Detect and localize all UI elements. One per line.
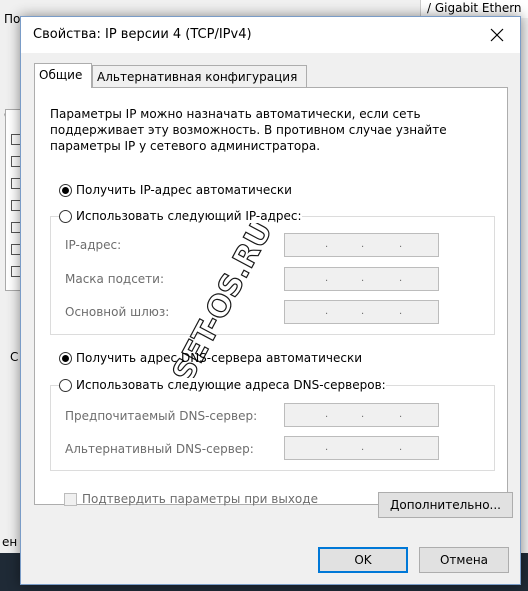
default-gateway-label: Основной шлюз: [65,305,170,319]
ip-address-label: IP-адрес: [65,238,122,252]
preferred-dns-field[interactable]: ... [284,403,439,427]
subnet-mask-field[interactable]: ... [284,267,439,291]
radio-unchecked-icon [59,209,72,223]
subnet-mask-label: Маска подсети: [65,272,165,286]
radio-unchecked-icon [59,378,72,392]
dns-manual-radio[interactable]: Использовать следующие адреса DNS-сервер… [59,378,386,392]
advanced-button-label: Дополнительно... [390,498,501,512]
alternate-dns-field[interactable]: ... [284,436,439,460]
validate-settings-checkbox[interactable]: Подтвердить параметры при выходе [64,492,318,506]
dns-manual-label: Использовать следующие адреса DNS-сервер… [76,378,386,392]
cancel-button[interactable]: Отмена [419,547,509,573]
ipv4-properties-dialog: Свойства: IP версии 4 (TCP/IPv4) Общие А… [20,16,521,585]
dialog-title: Свойства: IP версии 4 (TCP/IPv4) [33,27,252,42]
dns-auto-label: Получить адрес DNS-сервера автоматически [76,351,363,365]
title-bar[interactable]: Свойства: IP версии 4 (TCP/IPv4) [21,17,520,53]
preferred-dns-label: Предпочитаемый DNS-сервер: [65,409,258,423]
ip-address-group: IP-адрес: ... Маска подсети: ... Основно… [50,216,495,335]
radio-checked-icon [59,183,72,197]
cancel-button-label: Отмена [439,553,489,567]
validate-settings-label: Подтвердить параметры при выходе [82,492,318,506]
info-text: Параметры IP можно назначать автоматичес… [50,107,447,153]
tab-general-label: Общие [39,68,83,82]
background-label-fragment: С [10,350,19,364]
tab-alternate-label: Альтернативная конфигурация [97,70,298,84]
checkbox-icon [64,492,77,506]
default-gateway-field[interactable]: ... [284,300,439,324]
close-icon [490,28,504,42]
ok-button-label: OK [354,553,372,567]
radio-checked-icon [59,351,72,365]
ok-button[interactable]: OK [318,547,408,573]
general-tab-panel: Параметры IP можно назначать автоматичес… [34,87,513,518]
background-label-fragment: По [4,12,21,26]
advanced-button[interactable]: Дополнительно... [378,492,513,518]
alternate-dns-label: Альтернативный DNS-сервер: [65,442,254,456]
background-label-fragment: ен [2,535,18,549]
dns-server-group: Предпочитаемый DNS-сервер: ... Альтернат… [50,385,495,471]
ip-manual-radio[interactable]: Использовать следующий IP-адрес: [59,209,302,223]
close-button[interactable] [474,17,520,53]
tab-alternate-configuration[interactable]: Альтернативная конфигурация [92,65,307,87]
ip-manual-label: Использовать следующий IP-адрес: [76,209,302,223]
dns-auto-radio[interactable]: Получить адрес DNS-сервера автоматически [59,351,362,365]
tab-general[interactable]: Общие [34,63,92,88]
ip-auto-label: Получить IP-адрес автоматически [76,183,292,197]
ip-auto-radio[interactable]: Получить IP-адрес автоматически [59,183,292,197]
ip-address-field[interactable]: ... [284,233,439,257]
